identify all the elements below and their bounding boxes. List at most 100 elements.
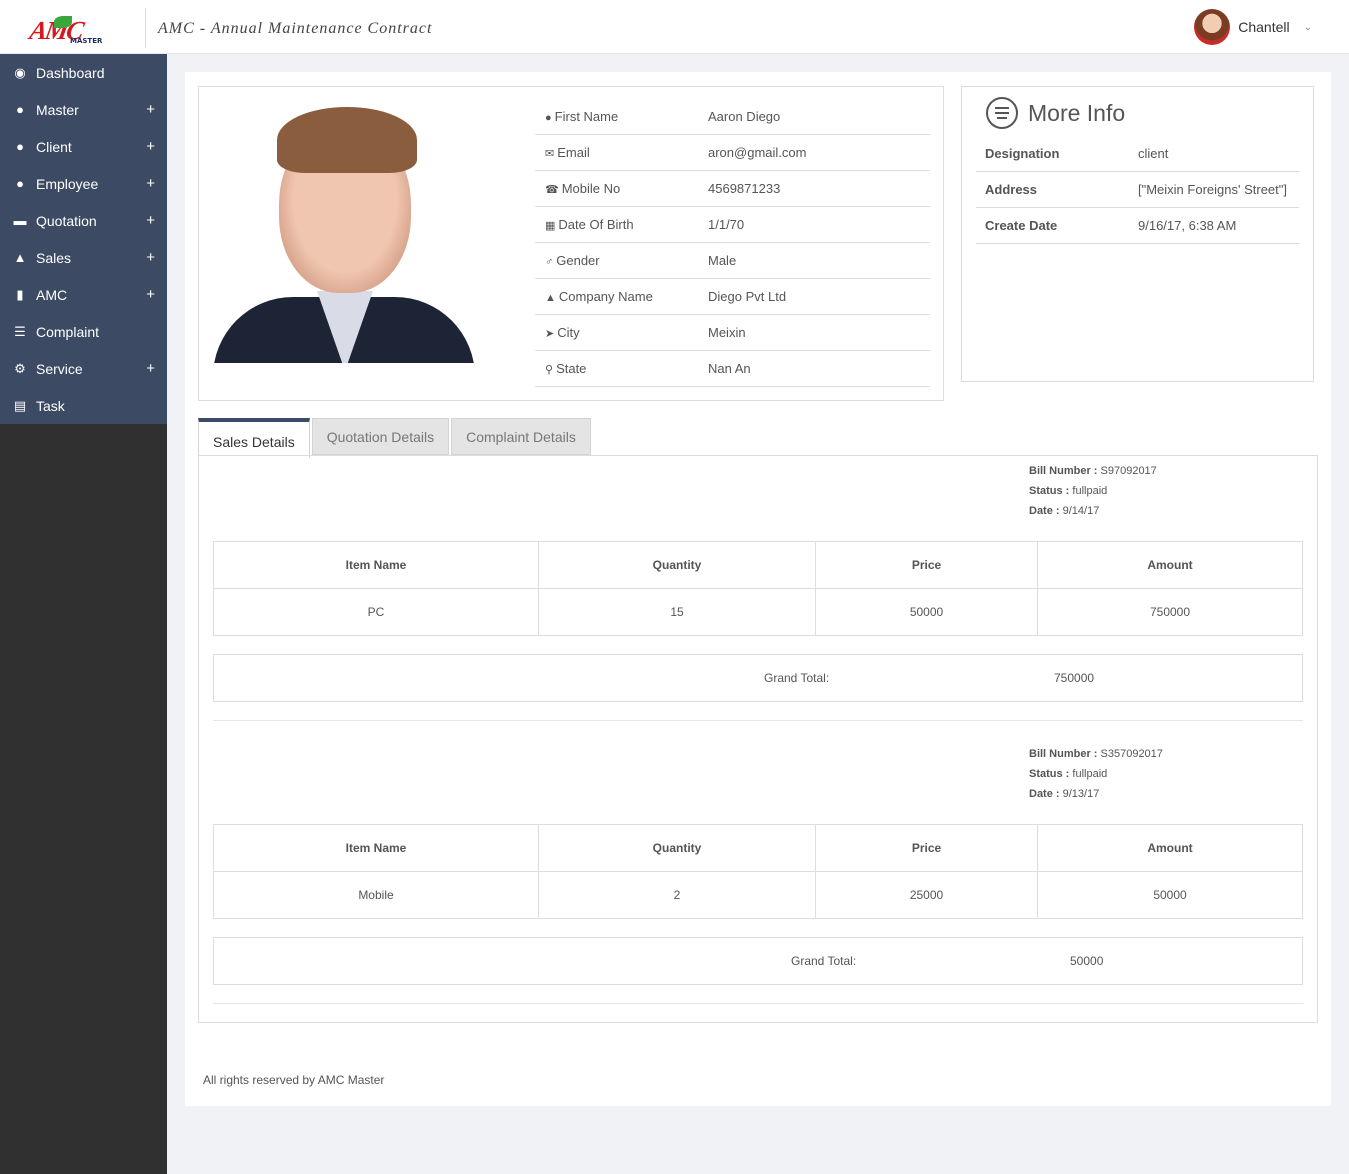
column-header: Price bbox=[815, 824, 1038, 872]
table-cell: Mobile bbox=[213, 871, 539, 919]
chevron-down-icon[interactable]: ⌄ bbox=[1304, 22, 1312, 33]
expand-icon[interactable]: + bbox=[146, 360, 155, 377]
table-row: Mobile 2 25000 50000 bbox=[213, 871, 1303, 919]
envelope-icon: ✉ bbox=[545, 148, 555, 160]
table-cell: 50000 bbox=[1037, 871, 1303, 919]
bill-date-line: Date : 9/13/17 bbox=[1029, 784, 1163, 804]
info-row-company: ▲ Company Name Diego Pvt Ltd bbox=[535, 279, 930, 315]
sidebar-item-amc[interactable]: ▮ AMC + bbox=[0, 276, 167, 313]
sidebar-item-label: Complaint bbox=[36, 323, 100, 340]
detail-tabs: Sales Details Quotation Details Complain… bbox=[198, 418, 593, 458]
sidebar-item-label: Service bbox=[36, 360, 83, 377]
phone-icon: ☎ bbox=[545, 184, 559, 196]
more-info-value: 9/16/17, 6:38 AM bbox=[1138, 218, 1237, 233]
table-cell: 750000 bbox=[1037, 588, 1303, 636]
sidebar-item-client[interactable]: ● Client + bbox=[0, 128, 167, 165]
more-info-header: More Info bbox=[986, 97, 1125, 129]
sidebar-item-label: Quotation bbox=[36, 212, 97, 229]
sidebar-item-quotation[interactable]: ▬ Quotation + bbox=[0, 202, 167, 239]
user-name[interactable]: Chantell bbox=[1238, 19, 1289, 35]
info-row-state: ⚲ State Nan An bbox=[535, 351, 930, 387]
more-info-row-create-date: Create Date 9/16/17, 6:38 AM bbox=[976, 208, 1299, 244]
table-row: PC 15 50000 750000 bbox=[213, 588, 1303, 636]
more-info-label: Address bbox=[985, 182, 1038, 197]
expand-icon[interactable]: + bbox=[146, 138, 155, 155]
sidebar-item-employee[interactable]: ● Employee + bbox=[0, 165, 167, 202]
logo-leaf-icon bbox=[54, 16, 72, 28]
photo-hair bbox=[277, 107, 417, 173]
status-value: fullpaid bbox=[1072, 768, 1108, 780]
bill-status-line: Status : fullpaid bbox=[1029, 481, 1157, 501]
app-logo[interactable]: AMC MASTER bbox=[28, 10, 108, 50]
info-value: Aaron Diego bbox=[708, 109, 781, 124]
column-header: Amount bbox=[1037, 824, 1303, 872]
sidebar-item-complaint[interactable]: ☰ Complaint bbox=[0, 313, 167, 350]
info-value: Diego Pvt Ltd bbox=[708, 289, 787, 304]
more-info-value: client bbox=[1138, 146, 1169, 161]
bill-status-line: Status : fullpaid bbox=[1029, 764, 1163, 784]
info-label: Date Of Birth bbox=[558, 217, 634, 232]
users-icon: ● bbox=[16, 139, 24, 154]
column-header: Quantity bbox=[538, 541, 816, 589]
sidebar: ◉ Dashboard ● Master + ● Client + ● Empl… bbox=[0, 54, 167, 1174]
user-plus-icon: ● bbox=[16, 176, 24, 191]
bill-items-table: Item Name Quantity Price Amount Mobile 2… bbox=[213, 824, 1303, 919]
date-value: 9/14/17 bbox=[1062, 505, 1100, 517]
gear-icon: ⚙ bbox=[14, 360, 26, 376]
sidebar-item-sales[interactable]: ▲ Sales + bbox=[0, 239, 167, 276]
profile-info-table: ● First Name Aaron Diego ✉ Email aron@gmai… bbox=[535, 99, 930, 387]
date-label: Date : bbox=[1029, 788, 1060, 800]
more-info-title: More Info bbox=[1028, 99, 1126, 126]
tab-sales-details[interactable]: Sales Details bbox=[198, 418, 310, 458]
sidebar-item-label: Master bbox=[36, 101, 79, 118]
date-value: 9/13/17 bbox=[1062, 788, 1100, 800]
sidebar-item-dashboard[interactable]: ◉ Dashboard bbox=[0, 54, 167, 91]
info-row-city: ➤ City Meixin bbox=[535, 315, 930, 351]
user-icon: ● bbox=[16, 102, 24, 117]
grand-total-value: 750000 bbox=[1054, 671, 1095, 685]
avatar[interactable] bbox=[1194, 9, 1231, 45]
sidebar-item-service[interactable]: ⚙ Service + bbox=[0, 350, 167, 387]
user-menu[interactable]: Chantell ⌄ bbox=[1194, 9, 1312, 45]
sidebar-item-label: Task bbox=[36, 397, 65, 414]
column-header: Price bbox=[815, 541, 1038, 589]
info-value: 4569871233 bbox=[708, 181, 781, 196]
bill-meta: Bill Number : S97092017 Status : fullpai… bbox=[1029, 461, 1157, 521]
expand-icon[interactable]: + bbox=[146, 286, 155, 303]
bill-meta: Bill Number : S357092017 Status : fullpa… bbox=[1029, 744, 1163, 804]
info-value: 1/1/70 bbox=[708, 217, 745, 232]
header-divider bbox=[145, 8, 146, 48]
task-icon: ▤ bbox=[13, 397, 27, 413]
bill-number-line: Bill Number : S357092017 bbox=[1029, 744, 1163, 764]
sidebar-item-label: Sales bbox=[36, 249, 72, 266]
expand-icon[interactable]: + bbox=[146, 212, 155, 229]
bill-separator bbox=[213, 1003, 1303, 1004]
expand-icon[interactable]: + bbox=[146, 175, 155, 192]
date-label: Date : bbox=[1029, 505, 1060, 517]
sidebar-item-master[interactable]: ● Master + bbox=[0, 91, 167, 128]
sidebar-item-task[interactable]: ▤ Task bbox=[0, 387, 167, 424]
more-info-label: Create Date bbox=[985, 218, 1058, 233]
table-header-row: Item Name Quantity Price Amount bbox=[213, 824, 1303, 872]
user-icon: ● bbox=[545, 112, 552, 124]
bill-number-label: Bill Number : bbox=[1029, 465, 1098, 477]
sales-icon: ▲ bbox=[13, 250, 27, 265]
list-icon: ☰ bbox=[14, 323, 26, 339]
grand-total-box: Grand Total: 750000 bbox=[213, 654, 1303, 702]
more-info-value: ["Meixin Foreigns' Street"] bbox=[1138, 182, 1287, 197]
tab-quotation-details[interactable]: Quotation Details bbox=[311, 418, 450, 455]
expand-icon[interactable]: + bbox=[146, 249, 155, 266]
sidebar-menu: ◉ Dashboard ● Master + ● Client + ● Empl… bbox=[0, 54, 167, 424]
tab-complaint-details[interactable]: Complaint Details bbox=[451, 418, 591, 455]
more-info-panel: More Info Designation client Address ["M… bbox=[961, 86, 1314, 382]
map-marker-icon: ⚲ bbox=[545, 364, 554, 376]
expand-icon[interactable]: + bbox=[146, 101, 155, 118]
sidebar-item-label: Dashboard bbox=[36, 64, 105, 81]
profile-photo bbox=[213, 101, 475, 363]
column-header: Item Name bbox=[213, 541, 539, 589]
table-cell: 15 bbox=[538, 588, 816, 636]
profile-panel: ● First Name Aaron Diego ✉ Email aron@gmai… bbox=[198, 86, 944, 401]
more-info-label: Designation bbox=[985, 146, 1060, 161]
bookmark-icon: ▮ bbox=[16, 286, 24, 302]
grand-total-label: Grand Total: bbox=[791, 954, 857, 968]
